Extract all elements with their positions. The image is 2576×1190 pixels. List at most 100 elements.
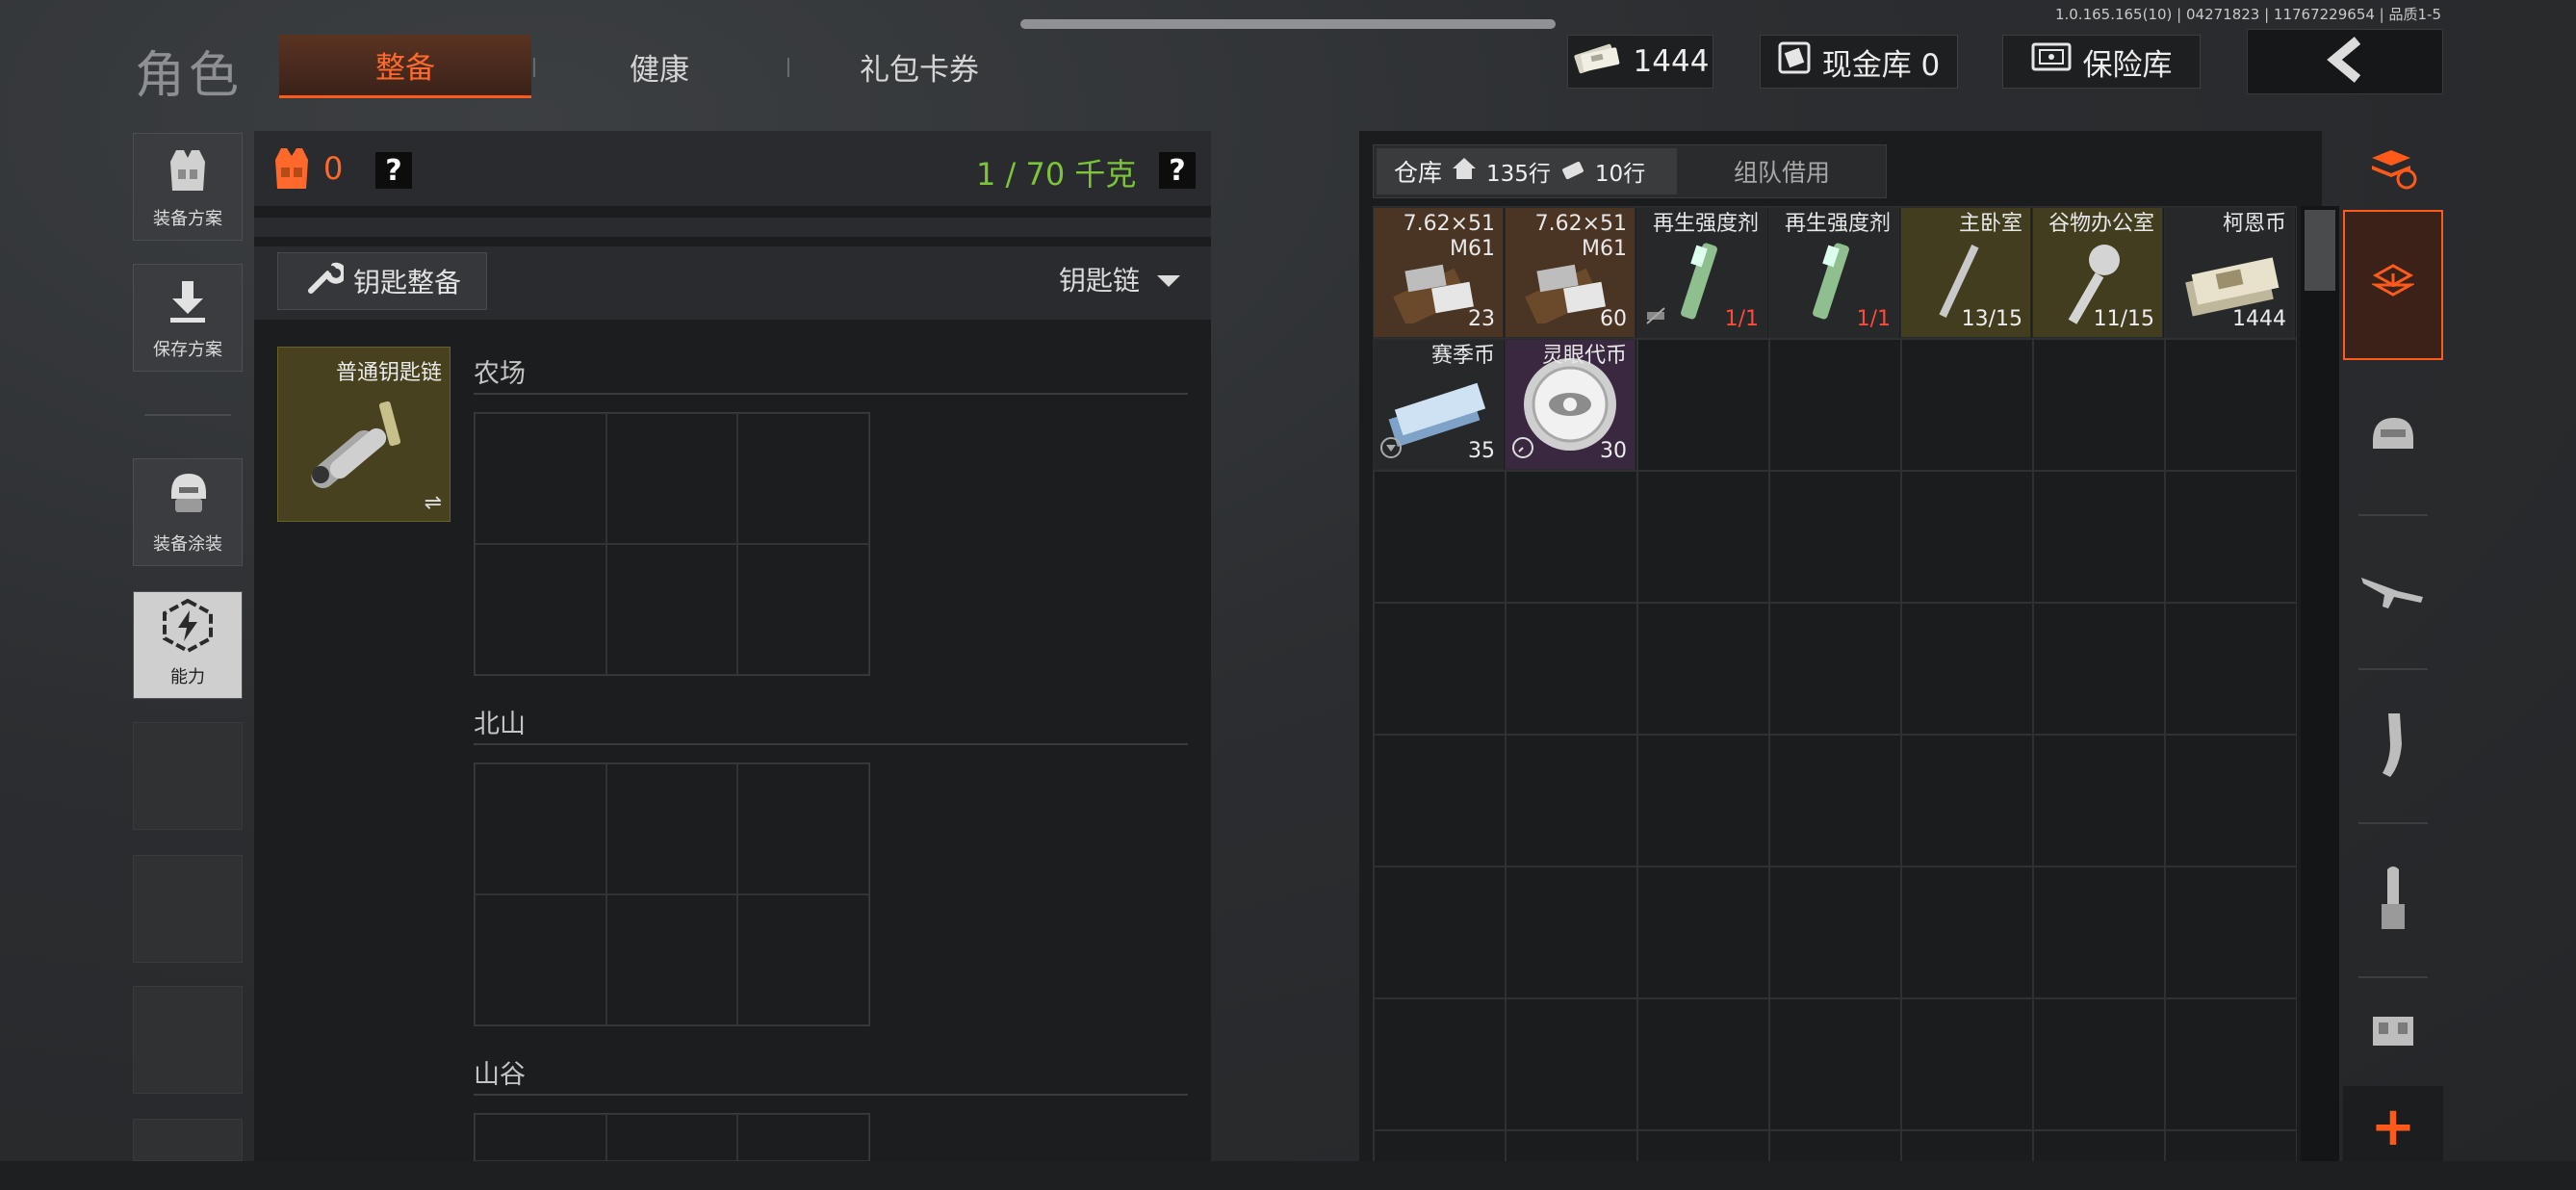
stash-transfer-icon xyxy=(2370,262,2416,308)
stash-item[interactable]: 谷物办公室 11/15 xyxy=(2032,207,2163,338)
keychain-slot[interactable]: 普通钥匙链 ⇌ xyxy=(277,347,451,522)
keychain-dropdown-label: 钥匙链 xyxy=(1059,265,1141,297)
key-slot-grid-farm[interactable] xyxy=(474,412,870,676)
stash-sort-button[interactable] xyxy=(2343,131,2443,212)
weight-display: 1 / 70 千克 xyxy=(976,156,1137,193)
sidebar-loadout-plan[interactable]: 装备方案 xyxy=(133,133,243,241)
version-info: 1.0.165.165(10) | 04271823 | 11767229654… xyxy=(2054,6,2441,23)
syringe-icon xyxy=(1798,237,1866,337)
weight-help-button[interactable]: ? xyxy=(1159,152,1196,189)
section-title-farm: 农场 xyxy=(474,359,526,389)
item-uses: 11/15 xyxy=(2093,307,2154,331)
item-name: 7.62×51 M61 xyxy=(1534,212,1627,261)
item-name: 赛季币 xyxy=(1430,344,1495,368)
tab-team-borrow[interactable]: 组队借用 xyxy=(1681,148,1883,194)
sidebar-item-label: 装备方案 xyxy=(153,209,222,229)
armor-vest-icon xyxy=(273,146,310,194)
item-name: 灵眼代币 xyxy=(1541,344,1627,368)
section-title-valley: 山谷 xyxy=(474,1060,526,1090)
stash-scroll-thumb[interactable] xyxy=(2305,210,2335,291)
stash-item[interactable]: 7.62×51 M61 23 xyxy=(1373,207,1504,338)
safe-label: 保险库 xyxy=(2082,47,2173,83)
item-name: 主卧室 xyxy=(1958,212,2022,236)
stash-extra-rows: 10行 xyxy=(1594,162,1646,187)
stash-item[interactable]: 赛季币 35 xyxy=(1373,339,1504,470)
tab-chest-rig[interactable] xyxy=(2343,978,2443,1086)
item-count: 1444 xyxy=(2232,307,2286,331)
currency-amount: 1444 xyxy=(1633,44,1710,79)
item-count: 23 xyxy=(1468,307,1495,331)
keychain-icon xyxy=(296,390,430,500)
tab-stash[interactable]: 仓库 135行 10行 xyxy=(1377,148,1677,194)
key-slot-grid-valley[interactable] xyxy=(474,1113,870,1161)
tab-gift-cards[interactable]: 礼包卡券 xyxy=(789,35,1049,98)
item-durability: 1/1 xyxy=(1856,307,1891,331)
section-divider xyxy=(474,1094,1188,1096)
tab-helmet[interactable] xyxy=(2343,360,2443,514)
section-title-north-hill: 北山 xyxy=(474,710,526,739)
sidebar-save-plan[interactable]: 保存方案 xyxy=(133,264,243,372)
item-uses: 13/15 xyxy=(1961,307,2022,331)
stash-tab-label: 仓库 xyxy=(1394,159,1443,187)
no-pickup-icon xyxy=(1645,306,1666,329)
tab-weapon[interactable] xyxy=(2343,516,2443,670)
sidebar-item-label: 保存方案 xyxy=(153,340,222,360)
stash-item[interactable]: 再生强度剂 1/1 xyxy=(1636,207,1767,338)
stash-scrollbar[interactable] xyxy=(2301,206,2339,1190)
stash-item[interactable]: 7.62×51 M61 60 xyxy=(1505,207,1636,338)
section-divider xyxy=(474,743,1188,745)
tab-magazine[interactable] xyxy=(2343,670,2443,824)
stash-item[interactable]: 主卧室 13/15 xyxy=(1900,207,2031,338)
wrench-icon xyxy=(303,258,347,305)
safe-button[interactable]: 保险库 xyxy=(2002,35,2201,89)
rifle-icon xyxy=(2359,570,2427,616)
safe-icon xyxy=(2031,42,2072,81)
item-name: 再生强度剂 xyxy=(1784,212,1891,236)
key-loadout-button[interactable]: 钥匙整备 xyxy=(277,252,487,310)
back-button[interactable] xyxy=(2247,29,2443,94)
keychain-name: 普通钥匙链 xyxy=(335,361,442,385)
stash-item[interactable]: 再生强度剂 1/1 xyxy=(1768,207,1899,338)
download-icon xyxy=(167,279,209,330)
sidebar-skin[interactable]: 装备涂装 xyxy=(133,458,243,566)
item-name: 谷物办公室 xyxy=(2048,212,2154,236)
armor-value: 0 xyxy=(323,150,344,187)
season-badge-icon xyxy=(1379,436,1403,463)
cash-stash-icon xyxy=(1778,41,1811,82)
stash-transfer-tab[interactable] xyxy=(2343,210,2443,360)
cash-stash-button[interactable]: 现金库 0 xyxy=(1760,35,1958,89)
timer-icon xyxy=(1511,436,1534,463)
add-tab-button[interactable]: + xyxy=(2343,1086,2443,1167)
syringe-icon xyxy=(1666,237,1734,337)
item-name: 7.62×51 M61 xyxy=(1403,212,1495,261)
armor-help-button[interactable]: ? xyxy=(375,152,412,189)
magazine-icon xyxy=(2377,711,2409,783)
section-divider xyxy=(474,393,1188,395)
vest-icon xyxy=(165,146,211,199)
key-slot-grid-north-hill[interactable] xyxy=(474,763,870,1026)
sidebar-empty-slot xyxy=(133,722,243,830)
tab-loadout[interactable]: 整备 xyxy=(279,35,531,98)
sidebar-ability[interactable]: 能力 xyxy=(133,591,243,699)
back-arrow-icon xyxy=(2323,37,2367,87)
currency-display[interactable]: 1444 xyxy=(1567,35,1713,89)
tab-health[interactable]: 健康 xyxy=(539,35,780,98)
loadout-divider-bar xyxy=(254,218,1211,237)
sidebar-empty-slot xyxy=(133,855,243,963)
stash-item[interactable]: 柯恩币 1444 xyxy=(2164,207,2295,338)
page-title: 角色 xyxy=(135,47,244,105)
ability-bolt-icon xyxy=(161,598,215,658)
home-icon xyxy=(1452,157,1477,186)
keychain-dropdown[interactable]: 钥匙链 xyxy=(1059,260,1182,298)
ticket-icon xyxy=(1560,158,1585,186)
cash-stash-label: 现金库 0 xyxy=(1821,47,1941,83)
sidebar-empty-slot xyxy=(133,1119,243,1161)
tab-ammo[interactable] xyxy=(2343,824,2443,978)
swap-icon: ⇌ xyxy=(424,491,442,515)
top-drag-handle[interactable] xyxy=(1020,19,1556,29)
helmet-paint-icon xyxy=(164,468,212,525)
stash-rows: 135行 xyxy=(1486,162,1551,187)
item-count: 30 xyxy=(1600,439,1627,463)
stash-item[interactable]: 灵眼代币 30 xyxy=(1505,339,1636,470)
sidebar-item-label: 装备涂装 xyxy=(153,534,222,555)
